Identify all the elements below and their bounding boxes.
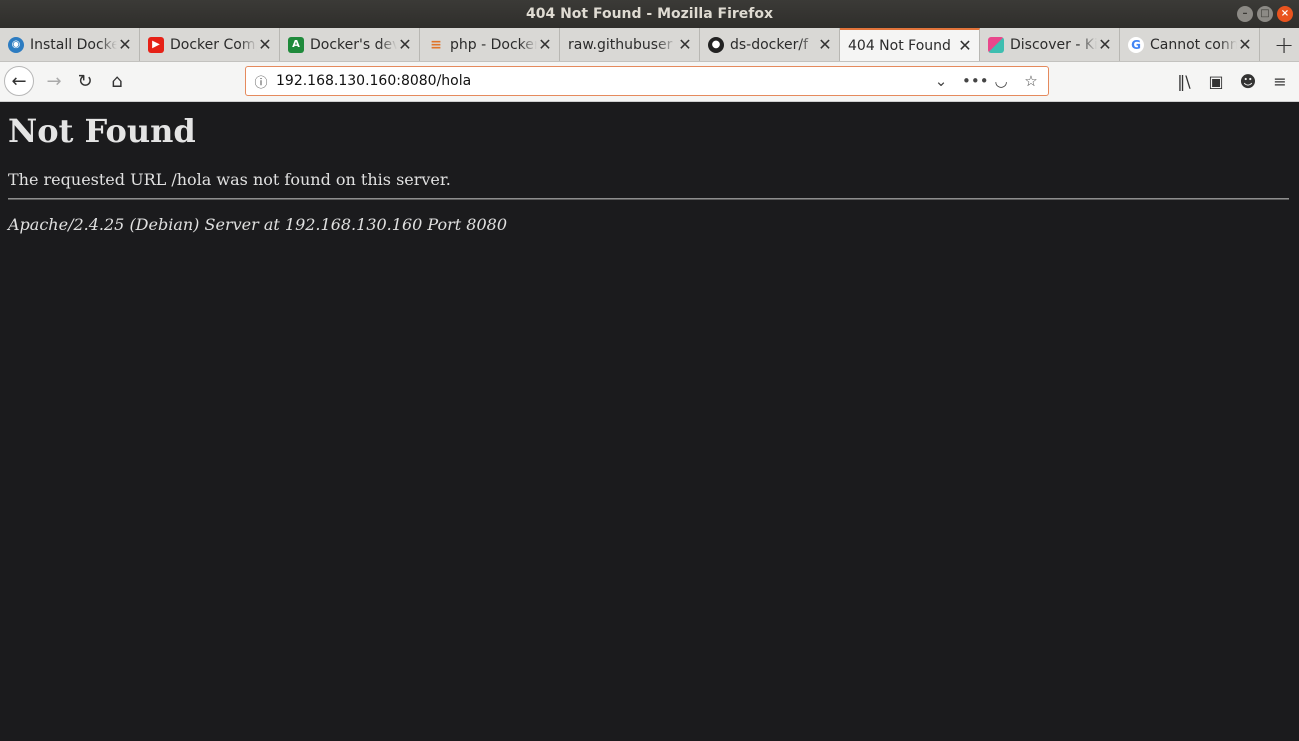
url-dropdown-chevron-icon[interactable]: ⌄ [932, 72, 950, 90]
close-tab-icon[interactable]: ✕ [817, 36, 833, 53]
page-heading: Not Found [8, 112, 196, 150]
tab-php-docker[interactable]: ≡ php - Docker ✕ [420, 28, 560, 61]
tab-ds-docker[interactable]: ● ds-docker/f ✕ [700, 28, 840, 61]
back-arrow-icon[interactable]: ← [4, 66, 34, 96]
url-input[interactable]: 192.168.130.160:8080/hola [276, 73, 932, 89]
github-icon: ● [708, 36, 724, 53]
close-tab-icon[interactable]: ✕ [957, 37, 973, 54]
window-titlebar: 404 Not Found - Mozilla Firefox – □ × [0, 0, 1299, 28]
close-window-icon[interactable]: × [1277, 6, 1293, 22]
account-avatar-icon[interactable]: ☻ [1237, 68, 1259, 94]
divider [8, 198, 1289, 200]
tab-label: Docker's dev [310, 36, 397, 53]
new-tab-icon[interactable]: + [1269, 28, 1299, 61]
minimize-icon[interactable]: – [1237, 6, 1253, 22]
window-title: 404 Not Found - Mozilla Firefox [525, 6, 774, 22]
kibana-icon [988, 36, 1004, 53]
bookmark-star-icon[interactable]: ☆ [1022, 72, 1040, 90]
close-tab-icon[interactable]: ✕ [1097, 36, 1113, 53]
close-tab-icon[interactable]: ✕ [117, 36, 133, 53]
youtube-icon: ▶ [148, 36, 164, 53]
tab-label: ds-docker/f [730, 36, 809, 53]
tab-label: 404 Not Found [848, 37, 951, 54]
page-actions-icon[interactable]: ••• [962, 72, 989, 90]
tab-404-not-found[interactable]: 404 Not Found ✕ [840, 28, 980, 61]
tab-cannot-connect[interactable]: G Cannot conn ✕ [1120, 28, 1260, 61]
reload-icon[interactable]: ↻ [71, 67, 99, 95]
maximize-icon[interactable]: □ [1257, 6, 1273, 22]
tab-docker-compose[interactable]: ▶ Docker Compose ✕ [140, 28, 280, 61]
error-message: The requested URL /hola was not found on… [8, 170, 451, 189]
page-content: Not Found The requested URL /hola was no… [0, 102, 1299, 741]
tab-discover-kibana[interactable]: Discover - Ki ✕ [980, 28, 1120, 61]
tab-dockers-dev[interactable]: A Docker's dev ✕ [280, 28, 420, 61]
tab-label: Install Docker [30, 36, 117, 53]
sidebar-icon[interactable]: ▣ [1205, 68, 1227, 94]
navigation-toolbar: ← → ↻ ⌂ ⓘ 192.168.130.160:8080/hola ⌄ ••… [0, 62, 1299, 102]
window-controls: – □ × [1237, 6, 1293, 22]
tab-label: php - Docker [450, 36, 537, 53]
site-info-icon[interactable]: ⓘ [246, 72, 276, 91]
menu-hamburger-icon[interactable]: ≡ [1269, 68, 1291, 94]
tab-label: Docker Compose [170, 36, 257, 53]
google-icon: G [1128, 36, 1144, 53]
close-tab-icon[interactable]: ✕ [537, 36, 553, 53]
close-tab-icon[interactable]: ✕ [257, 36, 273, 53]
library-icon[interactable]: ‖\ [1173, 68, 1195, 94]
home-icon[interactable]: ⌂ [103, 67, 131, 95]
docker-docs-icon: ◉ [8, 36, 24, 53]
server-signature: Apache/2.4.25 (Debian) Server at 192.168… [8, 215, 508, 234]
close-tab-icon[interactable]: ✕ [1237, 36, 1253, 53]
tab-label: raw.githubuser [568, 36, 673, 53]
android-icon: A [288, 36, 304, 53]
close-tab-icon[interactable]: ✕ [397, 36, 413, 53]
tab-install-docker[interactable]: ◉ Install Docker ✕ [0, 28, 140, 61]
tab-label: Discover - Ki [1010, 36, 1097, 53]
tab-label: Cannot conn [1150, 36, 1237, 53]
tab-strip: ◉ Install Docker ✕ ▶ Docker Compose ✕ A … [0, 28, 1299, 62]
stackoverflow-icon: ≡ [430, 36, 442, 53]
url-bar[interactable]: ⓘ 192.168.130.160:8080/hola ⌄ ••• ◡ ☆ [245, 66, 1049, 96]
tab-raw-githubuser[interactable]: raw.githubuser ✕ [560, 28, 700, 61]
pocket-icon[interactable]: ◡ [992, 72, 1010, 90]
close-tab-icon[interactable]: ✕ [677, 36, 693, 53]
forward-arrow-icon[interactable]: → [40, 67, 68, 95]
